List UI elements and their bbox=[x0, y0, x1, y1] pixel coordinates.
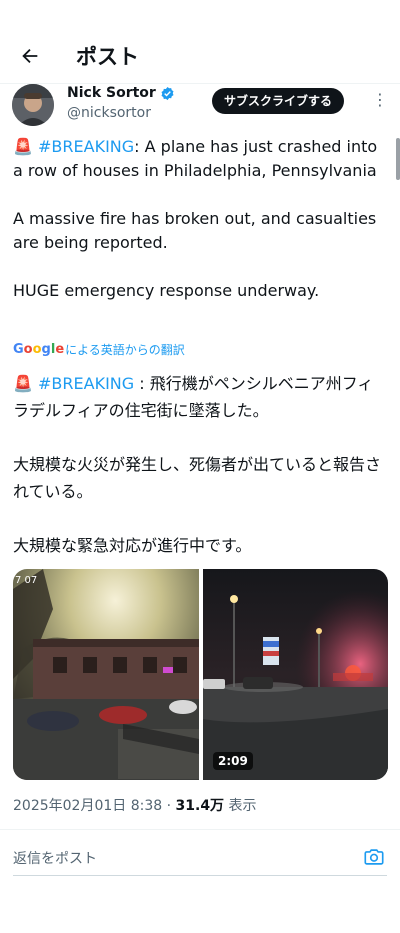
hashtag-link[interactable]: #BREAKING bbox=[38, 137, 134, 156]
post-datetime[interactable]: 2025年02月01日 8:38 bbox=[13, 798, 162, 814]
translation-attribution[interactable]: Google による英語からの翻訳 bbox=[13, 341, 185, 358]
display-name[interactable]: Nick Sortor bbox=[67, 85, 175, 101]
video-overlay-text: 7 07 bbox=[15, 575, 37, 586]
back-button[interactable] bbox=[14, 40, 46, 72]
media-photo-left[interactable]: 7 07 bbox=[13, 569, 199, 780]
camera-button[interactable] bbox=[363, 846, 385, 868]
scrollbar[interactable] bbox=[396, 138, 400, 180]
post-meta: 2025年02月01日 8:38 · 31.4万 表示 bbox=[13, 795, 257, 815]
hashtag-link-ja[interactable]: #BREAKING bbox=[38, 374, 134, 393]
user-handle[interactable]: @nicksortor bbox=[67, 105, 151, 121]
reply-input[interactable]: 返信をポスト bbox=[13, 848, 97, 868]
siren-emoji-ja: 🚨 bbox=[13, 374, 33, 393]
more-options-icon[interactable]: ⋮ bbox=[372, 90, 388, 110]
camera-icon bbox=[364, 849, 384, 865]
tweet-text-original: 🚨 #BREAKING: A plane has just crashed in… bbox=[13, 135, 385, 303]
subscribe-button[interactable]: サブスクライブする bbox=[212, 88, 345, 114]
tweet-text-translated: 🚨 #BREAKING : 飛行機がペンシルベニア州フィラデルフィアの住宅街に墜… bbox=[13, 370, 385, 559]
display-name-text: Nick Sortor bbox=[67, 85, 156, 101]
avatar[interactable] bbox=[12, 84, 54, 126]
translation-label: による英語からの翻訳 bbox=[65, 343, 185, 357]
tweet-en-para3: HUGE emergency response underway. bbox=[13, 281, 320, 300]
views-count: 31.4万 bbox=[175, 798, 225, 814]
avatar-image bbox=[12, 84, 54, 126]
page-title: ポスト bbox=[76, 45, 139, 69]
crash-scene-image-right bbox=[203, 569, 388, 780]
author-row: Nick Sortor @nicksortor サブスクライブする ⋮ bbox=[12, 84, 392, 132]
arrow-left-icon bbox=[22, 48, 38, 64]
media-grid: 7 07 2:09 bbox=[13, 569, 388, 780]
meta-separator: · bbox=[166, 798, 172, 814]
siren-emoji: 🚨 bbox=[13, 137, 33, 156]
verified-badge-icon bbox=[161, 86, 174, 100]
media-video-right[interactable]: 2:09 bbox=[203, 569, 388, 780]
crash-scene-image-left: 7 07 bbox=[13, 569, 199, 780]
views-label: 表示 bbox=[228, 798, 257, 814]
google-logo-icon: Google bbox=[13, 342, 65, 357]
tweet-ja-para3: 大規模な緊急対応が進行中です。 bbox=[13, 536, 252, 555]
tweet-ja-para2: 大規模な火災が発生し、死傷者が出ていると報告されている。 bbox=[13, 455, 382, 501]
reply-composer[interactable]: 返信をポスト bbox=[13, 840, 387, 876]
top-bar: ポスト bbox=[0, 0, 400, 84]
divider bbox=[0, 829, 400, 830]
video-duration-badge: 2:09 bbox=[213, 752, 253, 770]
tweet-en-para2: A massive fire has broken out, and casua… bbox=[13, 209, 382, 252]
